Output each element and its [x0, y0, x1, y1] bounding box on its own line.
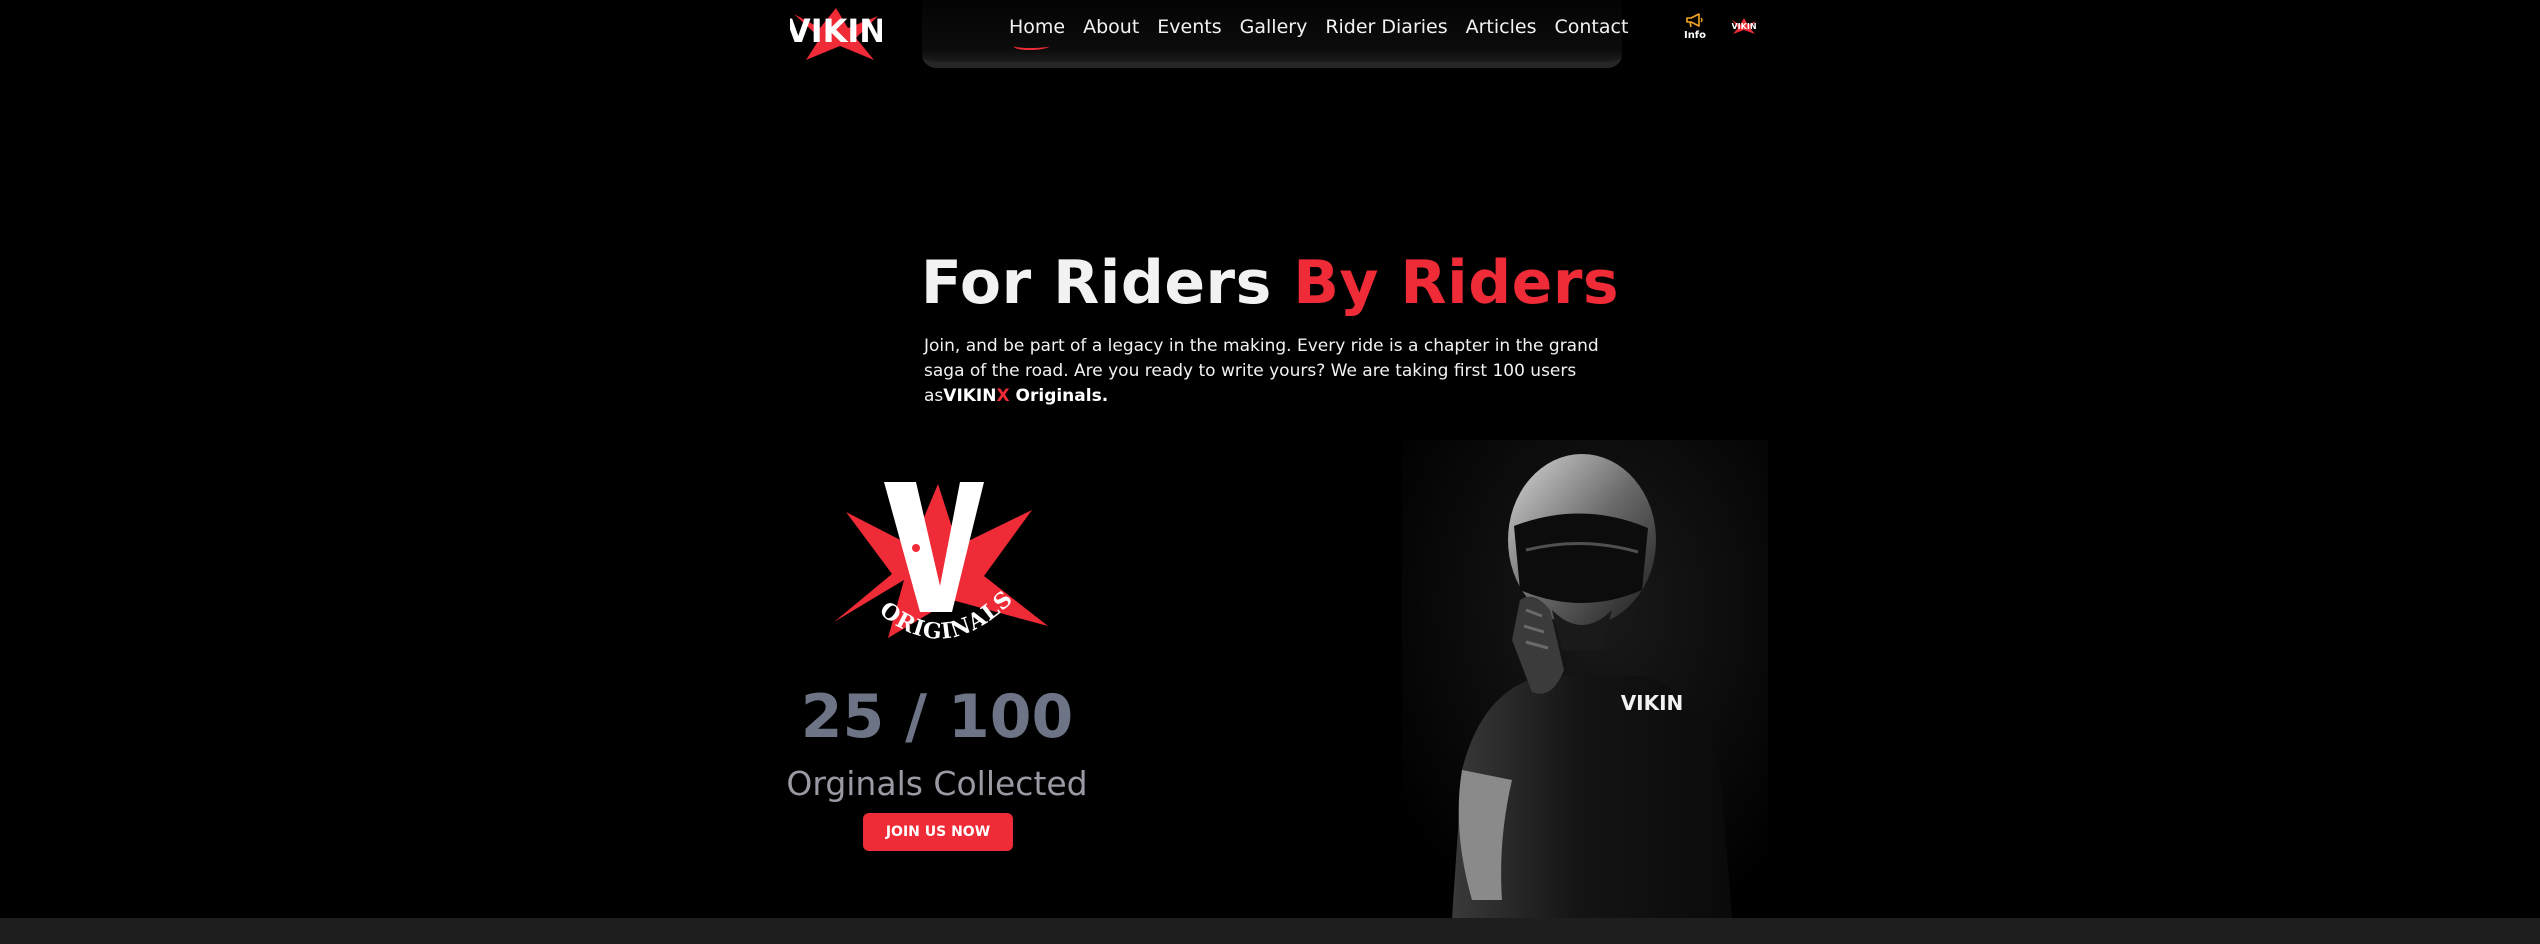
footer-strip [0, 918, 2540, 944]
join-us-button[interactable]: JOIN US NOW [863, 813, 1013, 851]
hero-title-white: For Riders [920, 248, 1272, 318]
nav-about[interactable]: About [1074, 16, 1148, 38]
small-logo-text: VIKIN [1731, 22, 1756, 31]
rider-illustration: VIKIN [1402, 440, 1768, 918]
hero-brand: VIKIN [943, 386, 997, 406]
nav-rider-diaries[interactable]: Rider Diaries [1316, 16, 1456, 38]
nav-articles[interactable]: Articles [1457, 16, 1546, 38]
hero-title: For Riders By Riders [0, 248, 2540, 318]
main-nav: Home About Events Gallery Rider Diaries … [1000, 16, 1637, 38]
small-vikin-logo[interactable]: VIKIN [1730, 18, 1758, 34]
originals-count: 25 / 100 [800, 682, 1074, 752]
hero-brand-x: X [996, 386, 1010, 406]
nav-home[interactable]: Home [1000, 16, 1074, 38]
nav-contact[interactable]: Contact [1545, 16, 1637, 38]
rider-photo: VIKIN [1402, 440, 1768, 918]
logo-text: VIKIN [790, 12, 882, 50]
info-label: Info [1683, 30, 1707, 41]
info-button[interactable]: Info [1680, 12, 1710, 41]
hero-description: Join, and be part of a legacy in the mak… [924, 334, 1628, 409]
nav-events[interactable]: Events [1148, 16, 1230, 38]
originals-badge: ORIGINALS [834, 476, 1048, 666]
nav-gallery[interactable]: Gallery [1231, 16, 1317, 38]
vikin-logo[interactable]: VIKIN [790, 6, 882, 60]
small-logo-mark: VIKIN [1731, 18, 1757, 34]
hero-title-red: By Riders [1293, 248, 1620, 318]
rider-shirt-text: VIKIN [1621, 691, 1684, 715]
originals-badge-graphic: ORIGINALS [834, 482, 1048, 645]
hero-brand-suffix: Originals. [1009, 386, 1109, 406]
originals-count-label: Orginals Collected [786, 764, 1088, 803]
vikin-logo-mark: VIKIN [790, 8, 882, 60]
megaphone-icon [1686, 13, 1703, 28]
